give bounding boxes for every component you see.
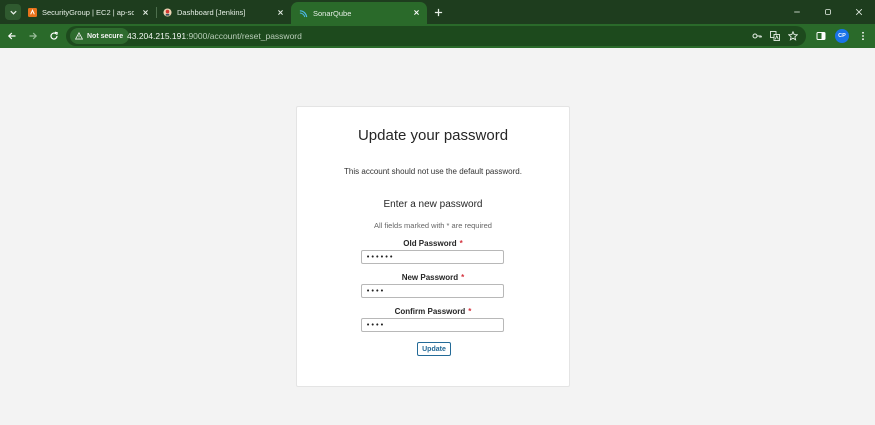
reload-icon [50,31,58,40]
reload-button[interactable] [47,29,61,43]
old-password-label-text: Old Password [403,239,457,248]
update-button[interactable]: Update [417,342,451,356]
reset-password-card: Update your password This account should… [296,106,570,387]
jenkins-icon [163,7,172,17]
page-body: Update your password This account should… [0,48,875,425]
tab-title: Dashboard [Jenkins] [177,7,246,17]
new-tab-button[interactable] [431,5,445,19]
required-star: * [461,273,465,282]
new-password-label: New Password * [297,273,569,282]
tab-securitygroup[interactable]: SecurityGroup | EC2 | ap-south [22,2,156,22]
forward-button[interactable] [26,29,40,43]
kebab-menu-icon [862,31,864,41]
arrow-left-icon [7,32,16,40]
profile-avatar[interactable]: CP [835,29,849,43]
tab-title: SecurityGroup | EC2 | ap-south [42,7,134,17]
star-icon [788,31,798,41]
tab-title: SonarQube [313,8,352,18]
bookmark-star-button[interactable] [787,30,799,42]
tab-search-button[interactable] [5,4,21,20]
sonarqube-icon [299,9,308,17]
translate-icon [770,31,780,41]
new-password-label-text: New Password [401,273,459,282]
password-key-button[interactable] [751,30,763,42]
url-host: 43.204.215.191 [127,31,187,41]
close-icon[interactable] [411,7,421,17]
minimize-icon [794,11,800,13]
required-star: * [459,239,463,248]
aws-icon [28,7,37,17]
maximize-button[interactable] [821,5,835,19]
browser-toolbar: Not secure 43.204.215.191:9000/account/r… [0,24,875,48]
close-window-button[interactable] [852,5,866,19]
site-security-chip[interactable]: Not secure [70,28,130,44]
warning-icon [75,32,83,40]
key-icon [752,33,762,39]
browser-tab-strip: SecurityGroup | EC2 | ap-south Dashboard… [0,0,875,24]
chevron-down-icon [9,10,17,15]
side-panel-icon [816,32,826,40]
url-path: :9000/account/reset_password [186,31,302,41]
arrow-right-icon [29,32,38,40]
side-panel-button[interactable] [814,29,828,43]
form-subtitle: Enter a new password [383,199,483,210]
plus-icon [434,8,442,16]
close-icon[interactable] [275,7,285,17]
security-label: Not secure [87,32,124,40]
required-fields-note: All fields marked with * are required [374,221,492,230]
new-password-input[interactable] [361,284,504,298]
confirm-password-label: Confirm Password * [297,307,569,316]
url-text: 43.204.215.191:9000/account/reset_passwo… [127,31,302,41]
tab-sonarqube[interactable]: SonarQube [291,2,427,24]
close-icon[interactable] [140,7,150,17]
default-password-notice: This account should not use the default … [344,167,522,176]
confirm-password-label-text: Confirm Password [394,307,466,316]
required-star: * [468,307,472,316]
browser-menu-button[interactable] [856,29,870,43]
close-icon [855,8,863,16]
address-bar[interactable]: Not secure 43.204.215.191:9000/account/r… [66,26,806,46]
old-password-label: Old Password * [297,239,569,248]
page-title: Update your password [357,127,509,144]
back-button[interactable] [5,29,19,43]
maximize-icon [825,9,831,15]
translate-button[interactable] [769,30,781,42]
tab-jenkins[interactable]: Dashboard [Jenkins] [157,2,291,22]
old-password-input[interactable] [361,250,504,264]
minimize-button[interactable] [790,5,804,19]
confirm-password-input[interactable] [361,318,504,332]
